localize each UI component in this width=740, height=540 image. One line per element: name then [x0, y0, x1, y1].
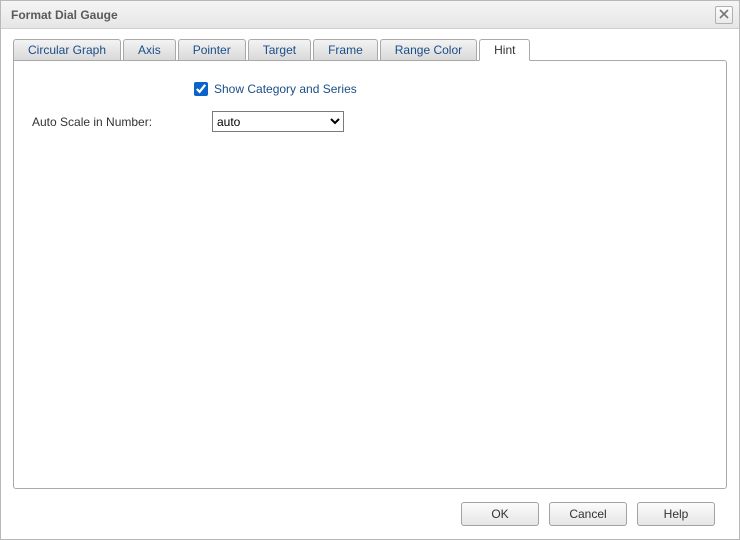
tab-label: Pointer: [193, 43, 231, 57]
dialog-title: Format Dial Gauge: [11, 8, 715, 22]
tab-label: Range Color: [395, 43, 462, 57]
tab-frame[interactable]: Frame: [313, 39, 378, 61]
cancel-button[interactable]: Cancel: [549, 502, 627, 526]
button-label: Help: [664, 507, 689, 521]
button-label: OK: [491, 507, 508, 521]
titlebar: Format Dial Gauge: [1, 1, 739, 29]
show-category-series-checkbox[interactable]: [194, 82, 208, 96]
hint-panel: Show Category and Series Auto Scale in N…: [13, 60, 727, 489]
tab-pointer[interactable]: Pointer: [178, 39, 246, 61]
tab-target[interactable]: Target: [248, 39, 311, 61]
tab-hint[interactable]: Hint: [479, 39, 530, 61]
tab-bar: Circular Graph Axis Pointer Target Frame…: [13, 39, 727, 61]
tab-range-color[interactable]: Range Color: [380, 39, 477, 61]
tab-label: Target: [263, 43, 296, 57]
button-label: Cancel: [569, 507, 606, 521]
tab-label: Frame: [328, 43, 363, 57]
ok-button[interactable]: OK: [461, 502, 539, 526]
tab-label: Axis: [138, 43, 161, 57]
show-category-series-row: Show Category and Series: [190, 79, 708, 99]
tab-label: Hint: [494, 43, 515, 57]
auto-scale-row: Auto Scale in Number: auto: [32, 111, 708, 132]
dialog-body: Circular Graph Axis Pointer Target Frame…: [1, 29, 739, 539]
dialog-footer: OK Cancel Help: [13, 489, 727, 539]
auto-scale-select[interactable]: auto: [212, 111, 344, 132]
format-dial-gauge-dialog: Format Dial Gauge Circular Graph Axis Po…: [0, 0, 740, 540]
tab-circular-graph[interactable]: Circular Graph: [13, 39, 121, 61]
tab-label: Circular Graph: [28, 43, 106, 57]
help-button[interactable]: Help: [637, 502, 715, 526]
close-icon: [719, 8, 729, 22]
tab-axis[interactable]: Axis: [123, 39, 176, 61]
show-category-series-label[interactable]: Show Category and Series: [214, 82, 357, 96]
auto-scale-label: Auto Scale in Number:: [32, 115, 212, 129]
close-button[interactable]: [715, 6, 733, 24]
